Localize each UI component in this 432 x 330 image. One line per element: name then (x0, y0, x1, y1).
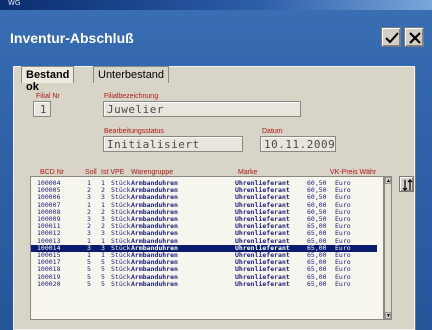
arrow-down-icon[interactable]: ▼ (385, 312, 391, 319)
column-header-ist[interactable]: Ist VPE (101, 169, 124, 176)
app-window: WG Inventur-Abschluß Bestand ok Unterbes… (0, 0, 432, 330)
filial-nr-label: Filial Nr (36, 93, 60, 100)
cell-marke: Uhrenlieferant (235, 279, 290, 288)
column-header-soll[interactable]: Soll (85, 169, 97, 176)
cell-ist: 5 (101, 279, 105, 288)
column-header-marke[interactable]: Marke (238, 169, 257, 176)
window-titlebar-text: WG (8, 0, 21, 7)
datum-label: Datum (262, 128, 283, 135)
cell-bcd: 100020 (37, 279, 61, 288)
bearbeitungsstatus-field[interactable]: Initialisiert (103, 136, 243, 152)
close-icon (409, 32, 421, 44)
confirm-button[interactable] (381, 27, 401, 47)
tab-unterbestand[interactable]: Unterbestand (93, 66, 170, 83)
bearbeitungsstatus-label: Bearbeitungsstatus (104, 128, 164, 135)
page-title: Inventur-Abschluß (10, 30, 134, 46)
datum-field[interactable]: 10.11.2009 (260, 136, 336, 152)
filialbezeichnung-field[interactable]: Juwelier (103, 101, 301, 117)
list-row[interactable]: 100020 5 5 Stück Armbanduhren Uhrenlieferant 6… (31, 279, 377, 288)
sort-button[interactable] (399, 176, 414, 192)
arrow-up-icon[interactable]: ▲ (385, 177, 391, 184)
checkmark-icon (385, 32, 399, 44)
list-scrollbar[interactable]: ▲ ▼ (384, 176, 392, 320)
sort-icon (402, 179, 413, 191)
cell-gruppe: Armbanduhren (131, 279, 178, 288)
cell-soll: 5 (87, 279, 91, 288)
column-header-warengruppe[interactable]: Warengruppe (131, 169, 173, 176)
column-header-bcd[interactable]: BCD Nr (40, 169, 64, 176)
inventory-list[interactable]: 100004 1 1 Stück Armbanduhren Uhrenlieferant 6… (30, 176, 384, 320)
cell-preis: 65,00 (307, 279, 327, 288)
filialbezeichnung-label: Filialbezeichnung (104, 93, 159, 100)
window-titlebar[interactable]: WG (0, 0, 432, 10)
cell-unit: Stück (111, 279, 131, 288)
column-header-preis[interactable]: VK-Preis Währ (330, 169, 376, 176)
tab-bestand-ok[interactable]: Bestand ok (21, 66, 75, 93)
cell-waehr: Euro (335, 279, 351, 288)
filial-nr-field[interactable]: 1 (33, 101, 51, 117)
close-button[interactable] (404, 27, 424, 47)
